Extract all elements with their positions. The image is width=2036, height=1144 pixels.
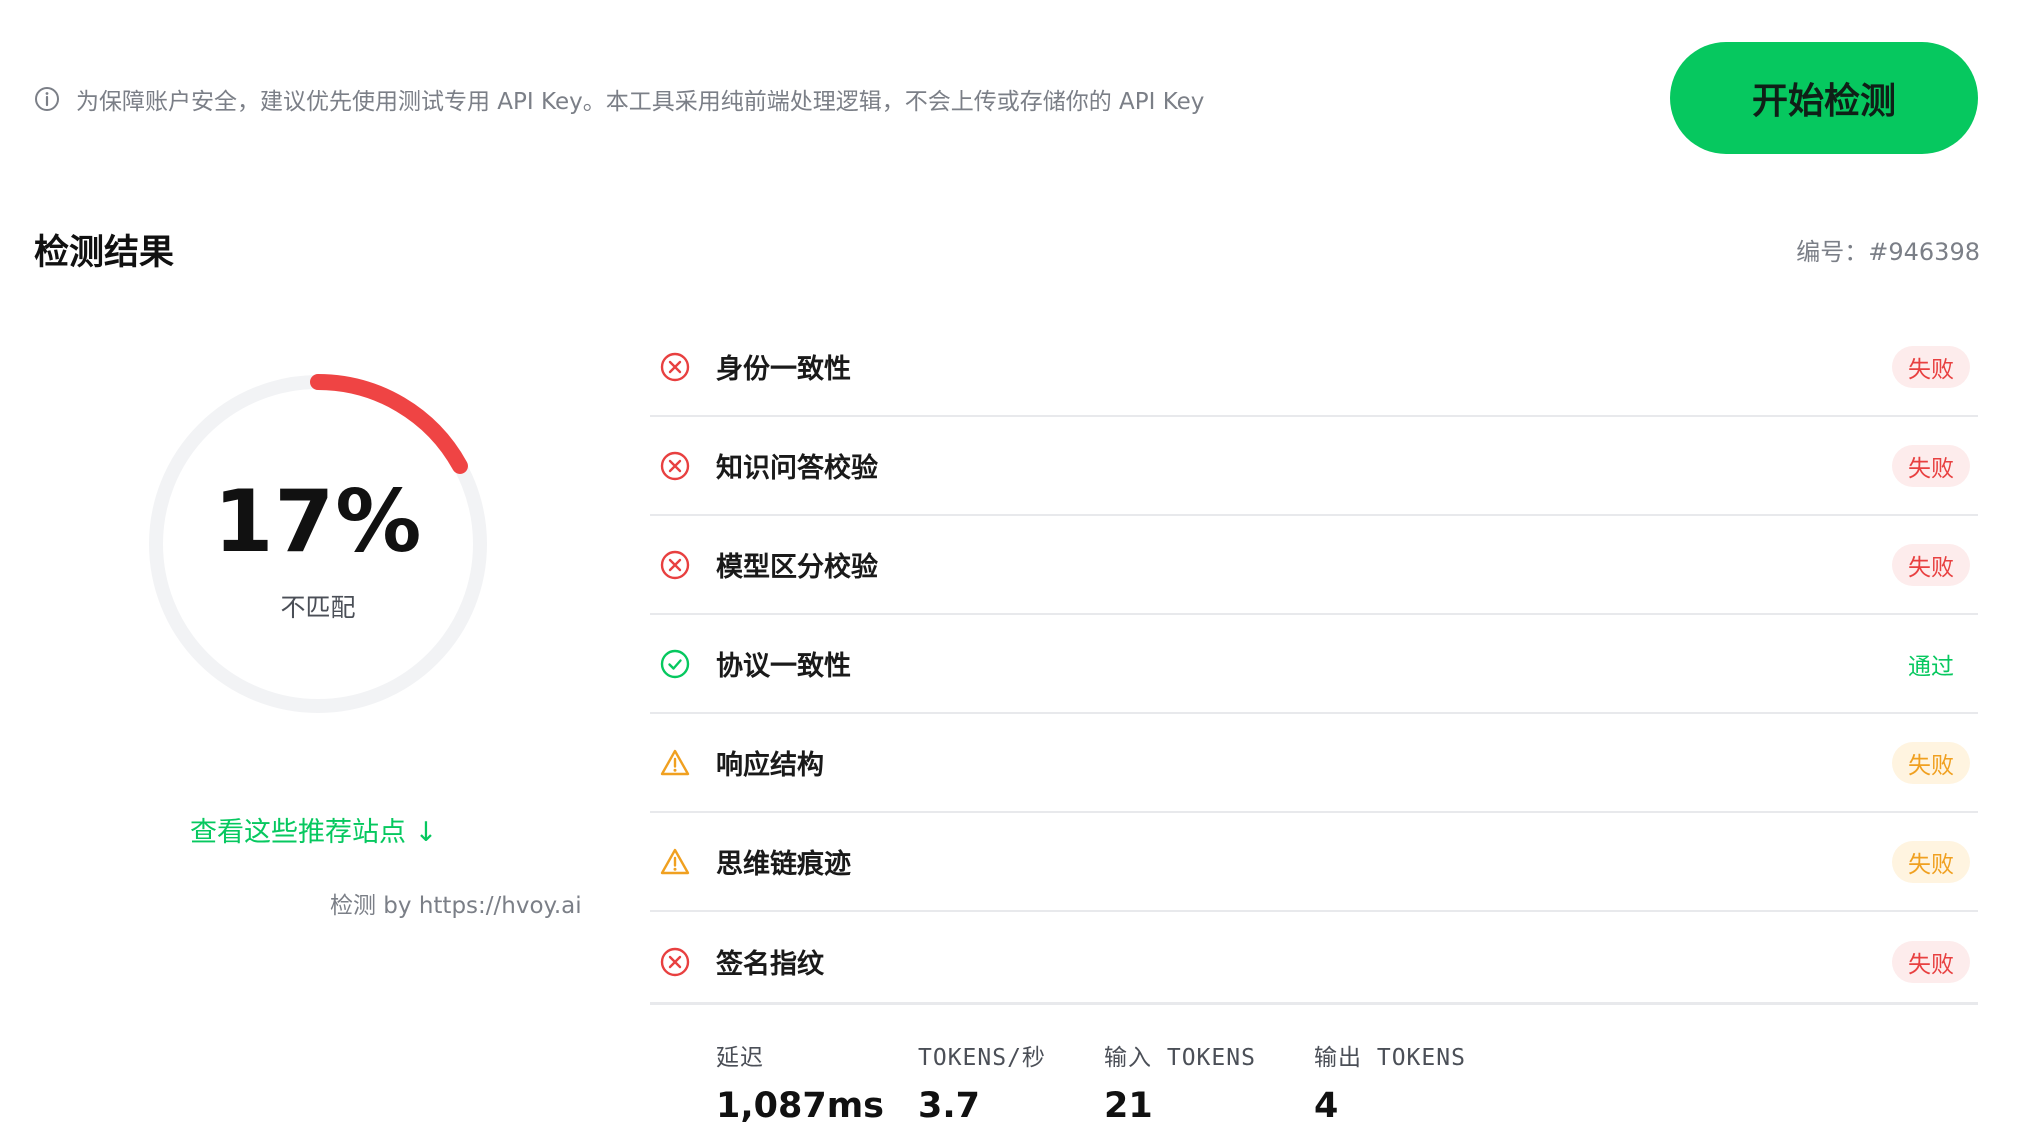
check-item: 响应结构 失败 bbox=[650, 714, 1978, 813]
recommended-sites-link[interactable]: 查看这些推荐站点 ↓ bbox=[190, 810, 437, 849]
check-item: 身份一致性 失败 bbox=[650, 318, 1978, 417]
x-circle-icon bbox=[658, 945, 692, 979]
check-label: 思维链痕迹 bbox=[716, 849, 851, 880]
stat-label: 延迟 bbox=[716, 1045, 764, 1071]
check-label: 模型区分校验 bbox=[716, 552, 878, 583]
stat-value: 1,087ms bbox=[716, 1086, 885, 1126]
status-badge: 失败 bbox=[1892, 741, 1970, 784]
score-gauge: 17% 不匹配 bbox=[140, 366, 496, 722]
warning-triangle-icon bbox=[658, 845, 692, 879]
stat-value: 3.7 bbox=[918, 1086, 981, 1126]
check-label: 身份一致性 bbox=[716, 354, 851, 385]
stat-value: 21 bbox=[1104, 1086, 1153, 1126]
check-circle-icon bbox=[658, 647, 692, 681]
check-label: 响应结构 bbox=[716, 750, 824, 781]
start-detection-button[interactable]: 开始检测 bbox=[1670, 42, 1978, 154]
status-badge: 通过 bbox=[1908, 653, 1954, 680]
check-label: 签名指纹 bbox=[716, 949, 824, 980]
check-label: 知识问答校验 bbox=[716, 453, 878, 484]
status-badge: 失败 bbox=[1892, 345, 1970, 388]
check-item: 协议一致性 通过 bbox=[650, 615, 1978, 714]
x-circle-icon bbox=[658, 449, 692, 483]
check-item: 思维链痕迹 失败 bbox=[650, 813, 1978, 912]
status-badge: 失败 bbox=[1892, 543, 1970, 586]
status-badge: 失败 bbox=[1892, 444, 1970, 487]
x-circle-icon bbox=[658, 548, 692, 582]
stat-label: TOKENS/秒 bbox=[918, 1045, 1046, 1071]
check-item: 知识问答校验 失败 bbox=[650, 417, 1978, 516]
check-list: 身份一致性 失败 知识问答校验 失败 模型区分校验 失败 协议一致性 通过 响应… bbox=[650, 318, 1978, 1011]
gauge-progress-arc bbox=[310, 374, 468, 474]
detection-page: 为保障账户安全，建议优先使用测试专用 API Key。本工具采用纯前端处理逻辑，… bbox=[0, 0, 2036, 1144]
stats-divider bbox=[650, 1002, 1978, 1005]
stat-value: 4 bbox=[1314, 1086, 1339, 1126]
score-value: 17% bbox=[213, 472, 423, 572]
check-item: 签名指纹 失败 bbox=[650, 912, 1978, 1011]
x-circle-icon bbox=[658, 350, 692, 384]
check-item: 模型区分校验 失败 bbox=[650, 516, 1978, 615]
stat-tokens-per-second: TOKENS/秒 3.7 bbox=[918, 1038, 1046, 1126]
status-badge: 失败 bbox=[1892, 840, 1970, 883]
info-icon bbox=[34, 86, 60, 112]
check-label: 协议一致性 bbox=[716, 651, 851, 682]
results-title: 检测结果 bbox=[34, 233, 175, 273]
score-label: 不匹配 bbox=[280, 593, 356, 622]
stat-label: 输出 TOKENS bbox=[1314, 1045, 1466, 1071]
stat-latency: 延迟 1,087ms bbox=[716, 1038, 884, 1126]
stat-input-tokens: 输入 TOKENS 21 bbox=[1104, 1038, 1256, 1126]
stat-output-tokens: 输出 TOKENS 4 bbox=[1314, 1038, 1466, 1126]
stat-label: 输入 TOKENS bbox=[1104, 1045, 1256, 1071]
serial-number: 编号：#946398 bbox=[1796, 238, 1980, 266]
credit-text: 检测 by https://hvoy.ai bbox=[330, 893, 582, 919]
status-badge: 失败 bbox=[1892, 940, 1970, 983]
warning-triangle-icon bbox=[658, 746, 692, 780]
notice-text: 为保障账户安全，建议优先使用测试专用 API Key。本工具采用纯前端处理逻辑，… bbox=[76, 89, 1205, 115]
security-notice: 为保障账户安全，建议优先使用测试专用 API Key。本工具采用纯前端处理逻辑，… bbox=[34, 82, 1204, 116]
